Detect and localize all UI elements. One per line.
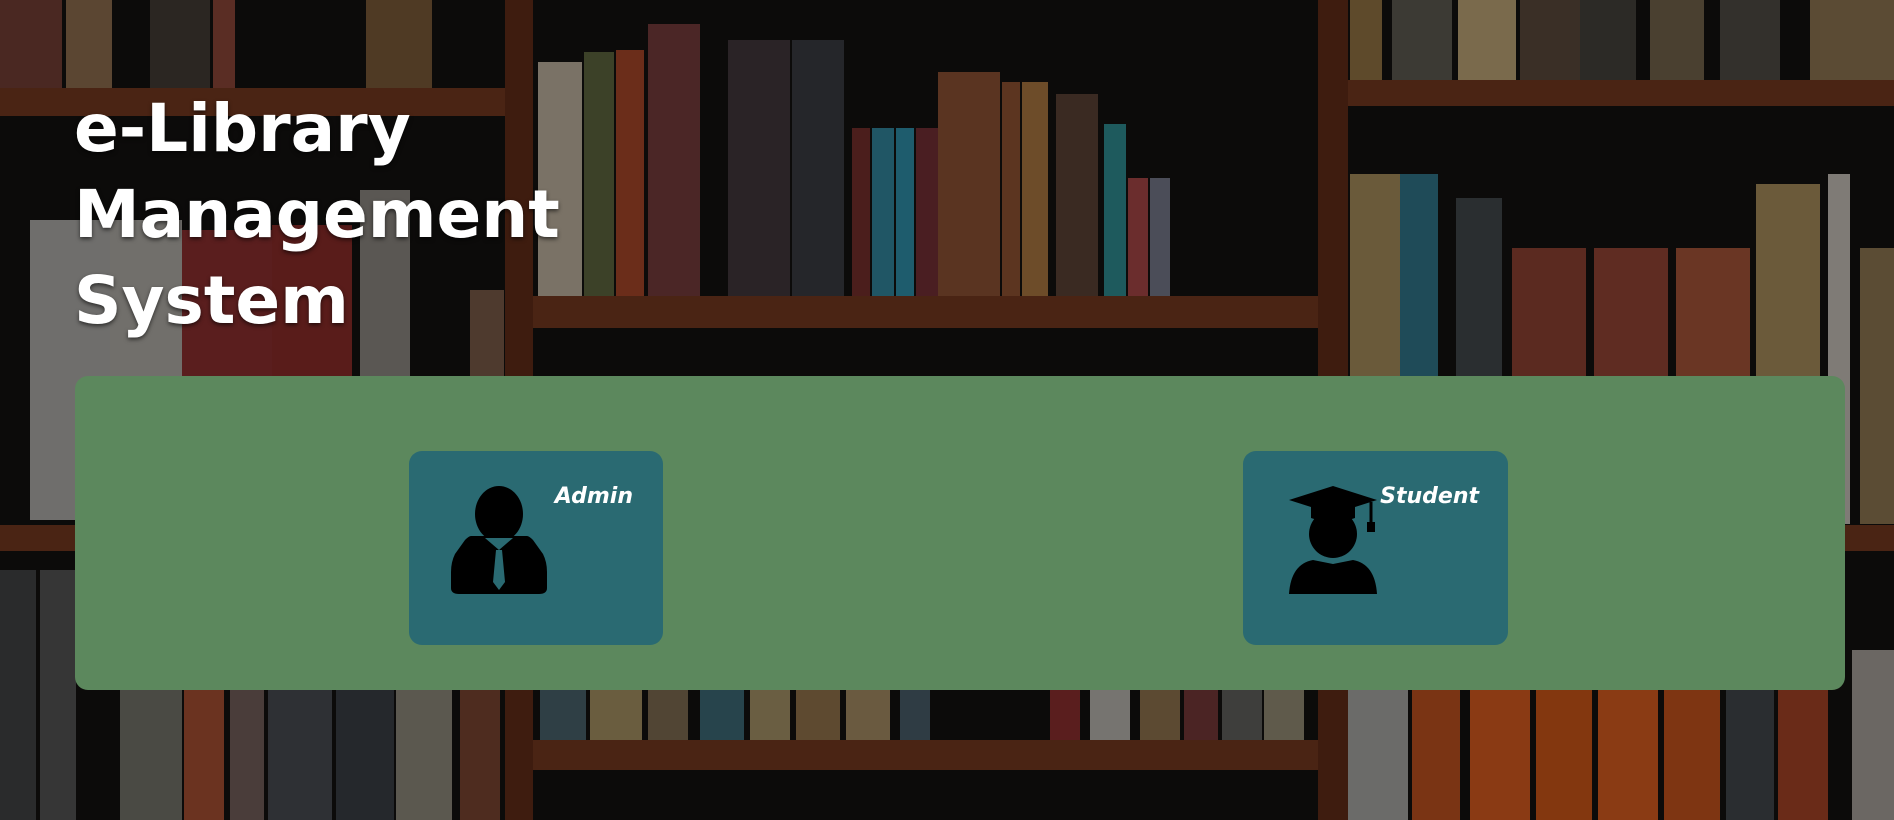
student-login-button[interactable]: Student [1243, 451, 1508, 645]
app-title: e-Library Management System [74, 86, 560, 344]
admin-label: Admin [554, 484, 633, 509]
app-title-line: e-Library [74, 90, 411, 167]
graduate-icon [1289, 486, 1377, 594]
app-title-line: Management [74, 176, 560, 253]
app-title-line: System [74, 262, 349, 339]
admin-icon [451, 486, 547, 594]
admin-login-button[interactable]: Admin [409, 451, 663, 645]
student-label: Student [1380, 484, 1479, 509]
role-selection-panel: Admin Student [75, 376, 1845, 690]
